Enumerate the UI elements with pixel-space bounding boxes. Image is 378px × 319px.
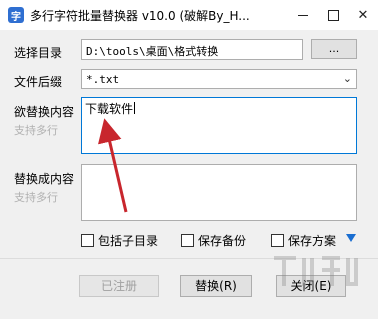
- watermark-logo-icon: [274, 256, 358, 286]
